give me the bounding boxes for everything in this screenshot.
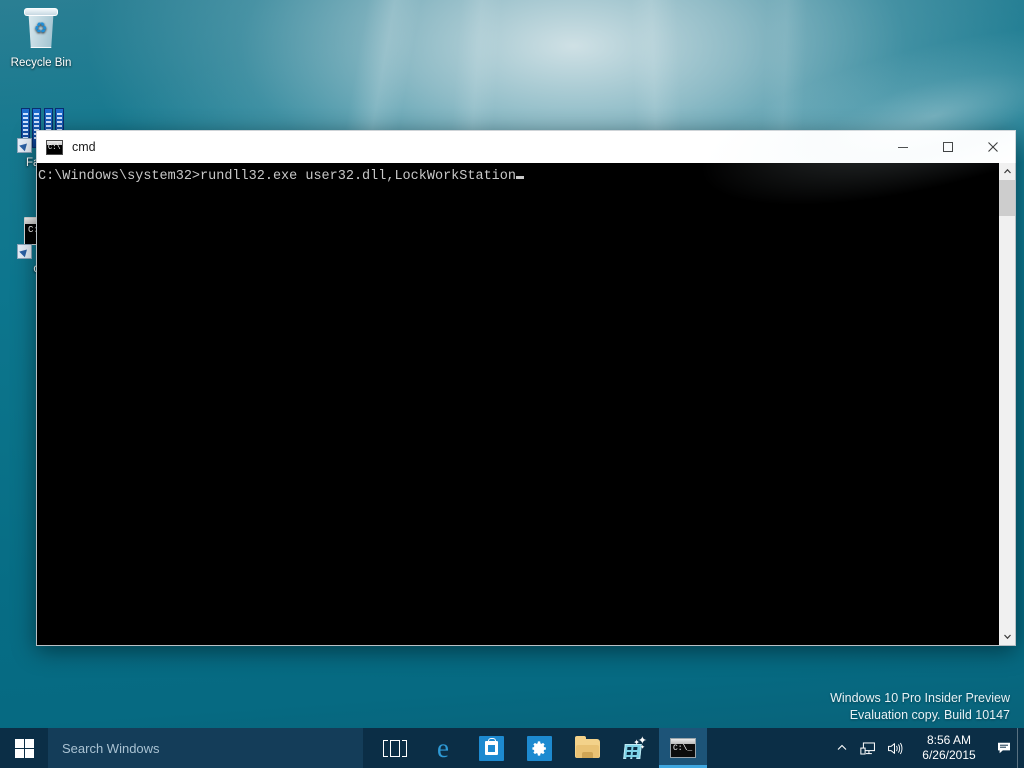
console-output[interactable]: C:\Windows\system32>rundll32.exe user32.… — [37, 163, 998, 645]
system-tray: 8:56 AM 6/26/2015 — [829, 728, 1024, 768]
recycle-bin-icon: ♻ — [17, 6, 65, 54]
action-center-button[interactable] — [991, 728, 1017, 768]
tray-volume-button[interactable] — [881, 728, 907, 768]
minimize-icon — [897, 147, 908, 148]
desktop-icon-recycle-bin[interactable]: ♻ Recycle Bin — [2, 6, 80, 70]
chevron-up-icon — [1003, 168, 1011, 174]
show-desktop-button[interactable] — [1017, 728, 1024, 768]
text-cursor — [515, 176, 524, 179]
folder-icon — [574, 735, 600, 758]
sparkle-icon: ✦ ✦ ✦ — [623, 736, 647, 759]
scrollbar-thumb[interactable] — [999, 180, 1015, 216]
minimize-button[interactable] — [880, 132, 925, 163]
scrollbar-down-button[interactable] — [999, 628, 1015, 645]
gear-icon — [526, 735, 552, 761]
cmd-window[interactable]: C:\ cmd C:\Windows\system32>rundll32.exe… — [36, 130, 1016, 646]
watermark-line-2: Evaluation copy. Build 10147 — [849, 708, 1010, 722]
tray-network-button[interactable] — [855, 728, 881, 768]
desktop[interactable]: ♻ Recycle Bin Far M 3 C:\ cm — [0, 0, 1024, 768]
store-icon — [478, 735, 504, 761]
window-title: cmd — [72, 140, 96, 154]
window-titlebar[interactable]: C:\ cmd — [36, 130, 1016, 163]
clock-time: 8:56 AM — [926, 733, 972, 747]
chevron-down-icon — [1003, 634, 1011, 640]
windows-logo-icon — [14, 738, 34, 758]
taskbar[interactable]: Search Windows e ✦ ✦ ✦ C:\_ 8:56 AM 6/26… — [0, 728, 1024, 768]
shortcut-overlay-icon — [17, 244, 32, 259]
cmd-icon: C:\ — [46, 139, 63, 155]
close-button[interactable] — [970, 132, 1015, 163]
taskbar-buttons: e ✦ ✦ ✦ C:\_ — [371, 728, 707, 768]
desktop-icon-label: Recycle Bin — [10, 57, 72, 69]
scrollbar-track[interactable] — [999, 180, 1015, 628]
search-input[interactable]: Search Windows — [48, 728, 363, 768]
console-line: C:\Windows\system32>rundll32.exe user32.… — [38, 169, 516, 184]
chevron-up-icon — [837, 744, 847, 750]
clock-date: 6/26/2015 — [922, 748, 976, 762]
start-button[interactable] — [0, 728, 48, 768]
console-scrollbar[interactable] — [998, 163, 1015, 645]
taskbar-button-file-explorer[interactable] — [563, 728, 611, 768]
taskbar-button-cleanup-app[interactable]: ✦ ✦ ✦ — [611, 728, 659, 768]
window-body: C:\Windows\system32>rundll32.exe user32.… — [36, 163, 1016, 646]
maximize-icon — [942, 142, 953, 152]
search-placeholder: Search Windows — [62, 740, 160, 756]
cmd-taskbar-icon: C:\_ — [670, 738, 696, 758]
edge-icon: e — [437, 732, 449, 763]
taskbar-clock[interactable]: 8:56 AM 6/26/2015 — [907, 733, 991, 763]
taskbar-button-store[interactable] — [467, 728, 515, 768]
tray-show-hidden-icons-button[interactable] — [829, 728, 855, 768]
speaker-icon — [887, 742, 902, 754]
cmd-icon-text: C:\ — [48, 143, 61, 152]
windows-watermark: Windows 10 Pro Insider Preview Evaluatio… — [830, 690, 1010, 724]
shortcut-overlay-icon — [17, 138, 32, 153]
taskbar-button-task-view[interactable] — [371, 728, 419, 768]
close-icon — [987, 142, 998, 152]
watermark-line-1: Windows 10 Pro Insider Preview — [830, 691, 1010, 705]
taskbar-button-microsoft-edge[interactable]: e — [419, 728, 467, 768]
message-icon — [998, 742, 1010, 754]
taskbar-button-command-prompt[interactable]: C:\_ — [659, 728, 707, 768]
scrollbar-up-button[interactable] — [999, 163, 1015, 180]
network-icon — [859, 741, 875, 755]
maximize-button[interactable] — [925, 132, 970, 163]
task-view-icon — [383, 739, 407, 757]
taskbar-button-settings[interactable] — [515, 728, 563, 768]
